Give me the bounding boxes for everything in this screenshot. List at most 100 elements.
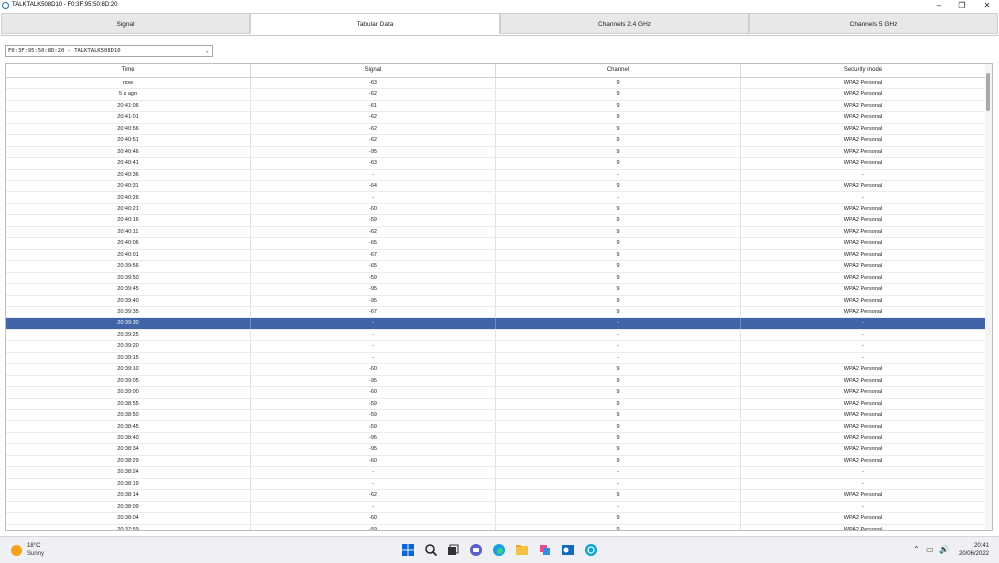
table-row[interactable]: 20:40:56 -62 9 WPA2 Personal <box>6 123 986 136</box>
table-row[interactable]: 20:39:45 -95 9 WPA2 Personal <box>6 284 986 296</box>
cell-signal: - <box>251 478 496 490</box>
table-row[interactable]: 20:39:56 -65 9 WPA2 Personal <box>6 261 986 273</box>
cell-channel: 9 <box>496 226 741 238</box>
cell-time: 20:38:19 <box>6 478 251 490</box>
table-row[interactable]: 20:40:36- - - <box>6 169 986 182</box>
cell-channel: 9 <box>496 203 741 215</box>
table-row[interactable]: 20:40:06 -65 9 WPA2 Personal <box>6 238 986 250</box>
table-row[interactable]: 20:40:31 -64 9 WPA2 Personal <box>6 181 986 193</box>
cell-security: WPA2 Personal <box>741 444 986 455</box>
close-button[interactable]: ✕ <box>975 0 999 12</box>
table-row[interactable]: 20:38:24- - - <box>6 467 986 479</box>
restore-button[interactable]: ❐ <box>950 0 974 12</box>
search-icon[interactable] <box>424 543 438 557</box>
cell-signal: -60 <box>251 364 496 375</box>
table-row[interactable]: 20:39:30- - - <box>6 318 986 330</box>
volume-icon[interactable]: 🔊 <box>939 545 949 554</box>
table-row[interactable]: 20:40:41 -63 9 WPA2 Personal <box>6 158 986 170</box>
data-table[interactable]: Time Signal Channel Security mode now -63… <box>5 63 993 531</box>
wifi-app-icon[interactable] <box>584 543 598 557</box>
weather-condition[interactable]: Sunny <box>27 551 44 557</box>
table-row[interactable]: 20:38:14 -62 9 WPA2 Personal <box>6 490 986 502</box>
table-row[interactable]: 20:38:45 -59 9 WPA2 Personal <box>6 421 986 433</box>
file-explorer-icon[interactable] <box>515 543 529 557</box>
network-icon[interactable]: ▭ <box>926 545 934 554</box>
windows-start-icon[interactable] <box>401 543 415 557</box>
table-row[interactable]: 20:40:26- - - <box>6 192 986 204</box>
sun-icon[interactable] <box>11 545 22 556</box>
table-row[interactable]: 20:40:11 -62 9 WPA2 Personal <box>6 226 986 239</box>
table-row[interactable]: now -63 9 WPA2 Personal <box>6 78 986 90</box>
scrollbar-thumb[interactable] <box>986 73 990 111</box>
cell-security: WPA2 Personal <box>741 112 986 123</box>
table-row[interactable]: 20:38:29 -60 9 WPA2 Personal <box>6 455 986 468</box>
clock-date: 20/06/2022 <box>958 551 989 557</box>
cell-signal: -60 <box>251 203 496 215</box>
cell-security: WPA2 Personal <box>741 421 986 432</box>
tab-channels-5ghz[interactable]: Channels 5 GHz <box>749 13 998 34</box>
table-row[interactable]: 20:38:09- - - <box>6 501 986 514</box>
teams-chat-icon[interactable] <box>469 543 483 557</box>
tab-signal[interactable]: Signal <box>1 13 250 34</box>
chevron-down-icon: ⌄ <box>205 47 209 54</box>
table-row[interactable]: 20:38:19- - - <box>6 478 986 491</box>
table-row[interactable]: 20:40:51 -62 9 WPA2 Personal <box>6 135 986 147</box>
cell-channel: - <box>496 329 741 341</box>
snipping-tool-icon[interactable] <box>538 543 552 557</box>
cell-signal: - <box>251 329 496 341</box>
cell-signal: -62 <box>251 112 496 123</box>
cell-channel: - <box>496 192 741 203</box>
edge-icon[interactable] <box>492 543 506 557</box>
cell-time: 20:39:30 <box>6 318 251 329</box>
column-header-signal[interactable]: Signal <box>251 64 496 77</box>
table-row[interactable]: 20:40:16 -59 9 WPA2 Personal <box>6 215 986 227</box>
table-row[interactable]: 20:38:55 -59 9 WPA2 Personal <box>6 398 986 411</box>
table-row[interactable]: 20:39:05 -95 9 WPA2 Personal <box>6 375 986 388</box>
table-row[interactable]: 20:38:04 -60 9 WPA2 Personal <box>6 513 986 525</box>
cell-security: WPA2 Personal <box>741 215 986 226</box>
cell-security: WPA2 Personal <box>741 398 986 410</box>
column-header-security[interactable]: Security mode <box>741 64 986 77</box>
cell-time: 20:38:55 <box>6 398 251 410</box>
table-row[interactable]: 20:40:01 -67 9 WPA2 Personal <box>6 249 986 262</box>
weather-temperature[interactable]: 18°C <box>27 543 40 549</box>
outlook-icon[interactable] <box>561 543 575 557</box>
table-row[interactable]: 20:39:00 -60 9 WPA2 Personal <box>6 387 986 399</box>
cell-time: 20:40:31 <box>6 181 251 192</box>
chevron-up-icon[interactable]: ⌃ <box>913 545 920 554</box>
table-row[interactable]: 20:40:46 -95 9 WPA2 Personal <box>6 146 986 159</box>
cell-signal: -59 <box>251 421 496 432</box>
table-row[interactable]: 5 s ago -62 9 WPA2 Personal <box>6 89 986 101</box>
task-view-icon[interactable] <box>446 543 460 557</box>
table-row[interactable]: 20:39:40 -95 9 WPA2 Personal <box>6 295 986 307</box>
table-row[interactable]: 20:39:10 -60 9 WPA2 Personal <box>6 364 986 376</box>
table-row[interactable]: 20:38:34 -95 9 WPA2 Personal <box>6 444 986 456</box>
table-row[interactable]: 20:39:50 -59 9 WPA2 Personal <box>6 272 986 285</box>
system-clock[interactable]: 20:41 20/06/2022 <box>959 542 989 558</box>
cell-time: 20:39:25 <box>6 329 251 341</box>
cell-time: 20:40:26 <box>6 192 251 203</box>
table-row[interactable]: 20:39:25- - - <box>6 329 986 342</box>
network-select[interactable]: F0:3F:95:50:8D:20 - TALKTALK508D10 ⌄ <box>5 45 213 57</box>
minimize-button[interactable]: – <box>927 0 951 12</box>
table-row[interactable]: 20:39:35 -67 9 WPA2 Personal <box>6 307 986 319</box>
table-row[interactable]: 20:40:21 -60 9 WPA2 Personal <box>6 203 986 216</box>
vertical-scrollbar[interactable] <box>985 64 992 530</box>
column-header-channel[interactable]: Channel <box>496 64 741 77</box>
cell-channel: 9 <box>496 410 741 421</box>
tab-tabular-data[interactable]: Tabular Data <box>250 13 500 34</box>
cell-signal: -63 <box>251 78 496 89</box>
table-row[interactable]: 20:41:06 -61 9 WPA2 Personal <box>6 100 986 113</box>
table-row[interactable]: 20:37:59 -59 9 WPA2 Personal <box>6 524 986 530</box>
cell-time: 20:40:06 <box>6 238 251 249</box>
table-row[interactable]: 20:38:40 -95 9 WPA2 Personal <box>6 432 986 445</box>
table-row[interactable]: 20:38:50 -59 9 WPA2 Personal <box>6 410 986 422</box>
table-row[interactable]: 20:39:15- - - <box>6 352 986 365</box>
cell-security: - <box>741 478 986 490</box>
cell-time: 20:39:45 <box>6 284 251 295</box>
table-row[interactable]: 20:39:20- - - <box>6 341 986 353</box>
table-row[interactable]: 20:41:01 -62 9 WPA2 Personal <box>6 112 986 124</box>
cell-security: WPA2 Personal <box>741 226 986 238</box>
column-header-time[interactable]: Time <box>6 64 251 77</box>
tab-channels-2-4ghz[interactable]: Channels 2.4 GHz <box>500 13 749 34</box>
